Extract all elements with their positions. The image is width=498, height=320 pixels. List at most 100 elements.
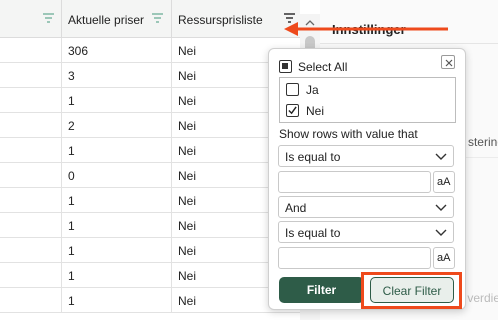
- condition-1-value-input[interactable]: [278, 171, 431, 193]
- table-cell[interactable]: 1: [62, 138, 172, 162]
- table-row[interactable]: 3 Nei: [0, 63, 300, 88]
- chevron-down-icon: [435, 204, 447, 211]
- table-cell-value: Nei: [178, 294, 197, 308]
- join-operator-select[interactable]: And: [278, 196, 454, 218]
- condition-2-value-input[interactable]: [278, 247, 431, 269]
- table-cell-value: Nei: [178, 269, 197, 283]
- column-header-ressursprisliste[interactable]: Ressursprisliste: [172, 0, 300, 38]
- table-cell[interactable]: 1: [62, 213, 172, 237]
- select-all-option[interactable]: Select All: [279, 57, 457, 77]
- case-toggle-label: aA: [437, 252, 451, 264]
- table-cell-value: Nei: [178, 169, 197, 183]
- table-cell[interactable]: [0, 38, 62, 62]
- join-operator-value: And: [285, 201, 307, 215]
- table-row[interactable]: 0 Nei: [0, 163, 300, 188]
- table-row[interactable]: 2 Nei: [0, 113, 300, 138]
- table-cell[interactable]: 1: [62, 188, 172, 212]
- table-cell[interactable]: [0, 88, 62, 112]
- table-cell[interactable]: [0, 113, 62, 137]
- table-cell-value: 1: [68, 144, 75, 158]
- table-cell-value: 1: [68, 194, 75, 208]
- table-cell[interactable]: 1: [62, 238, 172, 262]
- table-cell-value: 3: [68, 69, 75, 83]
- close-icon: [445, 59, 453, 67]
- table-cell-value: 0: [68, 169, 75, 183]
- table-cell-value: Nei: [178, 194, 197, 208]
- column-filter-icon[interactable]: [43, 13, 54, 23]
- table-cell-value: Nei: [178, 44, 197, 58]
- table-cell-value: Nei: [178, 69, 197, 83]
- column-header-label: Ressursprisliste: [178, 13, 263, 27]
- filter-value-option[interactable]: Nei: [286, 101, 446, 119]
- table-cell[interactable]: [0, 163, 62, 187]
- column-filter-icon[interactable]: [152, 13, 163, 23]
- filter-value-label: Nei: [306, 104, 325, 118]
- table-cell[interactable]: 2: [62, 113, 172, 137]
- filter-value-option[interactable]: Ja: [286, 80, 446, 98]
- column-filter-popup: Select All Ja Nei Show rows with value t…: [268, 48, 466, 310]
- chevron-down-icon: [435, 153, 447, 160]
- table-cell[interactable]: [0, 238, 62, 262]
- table-row[interactable]: 1 Nei: [0, 88, 300, 113]
- close-popup-button[interactable]: [441, 55, 455, 69]
- table-cell[interactable]: [0, 213, 62, 237]
- table-cell-value: 1: [68, 269, 75, 283]
- filter-value-checkbox[interactable]: [286, 104, 299, 117]
- condition-2-select[interactable]: Is equal to: [278, 221, 454, 243]
- table-cell-value: 2: [68, 119, 75, 133]
- condition-1-select[interactable]: Is equal to: [278, 145, 454, 167]
- data-grid: Aktuelle priser Ressursprisliste 306 Nei 3…: [0, 0, 300, 320]
- table-row[interactable]: 1 Nei: [0, 188, 300, 213]
- column-header-first[interactable]: [0, 0, 62, 38]
- table-cell[interactable]: 1: [62, 88, 172, 112]
- table-cell[interactable]: 1: [62, 288, 172, 312]
- table-row[interactable]: 1 Nei: [0, 263, 300, 288]
- chevron-down-icon: [435, 229, 447, 236]
- filter-value-checkbox[interactable]: [286, 83, 299, 96]
- settings-item-label: verdier: [467, 291, 498, 305]
- table-cell[interactable]: [0, 63, 62, 87]
- table-cell[interactable]: [0, 138, 62, 162]
- select-all-checkbox[interactable]: [279, 60, 292, 73]
- condition-label: Show rows with value that: [279, 127, 418, 141]
- filter-button-label: Filter: [306, 283, 337, 297]
- table-row[interactable]: 1 Nei: [0, 213, 300, 238]
- settings-item-label: stering: [467, 135, 498, 149]
- table-cell[interactable]: [0, 188, 62, 212]
- table-row[interactable]: 1 Nei: [0, 238, 300, 263]
- table-cell[interactable]: 3: [62, 63, 172, 87]
- table-cell[interactable]: 1: [62, 263, 172, 287]
- table-cell-value: 1: [68, 94, 75, 108]
- condition-1-value: Is equal to: [285, 150, 341, 164]
- case-toggle-label: aA: [437, 176, 451, 188]
- column-header-label: Aktuelle priser: [68, 13, 145, 27]
- table-row[interactable]: 306 Nei: [0, 38, 300, 63]
- table-cell-value: Nei: [178, 219, 197, 233]
- table-cell-value: Nei: [178, 94, 197, 108]
- table-cell-value: 306: [68, 44, 89, 58]
- table-cell-value: Nei: [178, 144, 197, 158]
- column-header-aktuelle-priser[interactable]: Aktuelle priser: [62, 0, 172, 38]
- select-all-label: Select All: [298, 60, 348, 74]
- grid-header: Aktuelle priser Ressursprisliste: [0, 0, 300, 38]
- table-cell[interactable]: 306: [62, 38, 172, 62]
- table-cell-value: 1: [68, 219, 75, 233]
- table-cell-value: 1: [68, 244, 75, 258]
- table-cell-value: Nei: [178, 244, 197, 258]
- annotation-arrow: [284, 22, 448, 36]
- checkmark-icon: [288, 106, 297, 115]
- table-row[interactable]: 1 Nei: [0, 138, 300, 163]
- table-cell-value: Nei: [178, 119, 197, 133]
- table-cell[interactable]: [0, 263, 62, 287]
- case-sensitive-toggle-1[interactable]: aA: [433, 171, 455, 193]
- table-cell[interactable]: [0, 288, 62, 312]
- filter-value-label: Ja: [306, 83, 319, 97]
- case-sensitive-toggle-2[interactable]: aA: [433, 247, 455, 269]
- table-cell[interactable]: 0: [62, 163, 172, 187]
- highlight-box: [361, 272, 462, 309]
- filter-value-list: Ja Nei: [279, 77, 456, 123]
- table-cell-value: 1: [68, 294, 75, 308]
- condition-2-value: Is equal to: [285, 226, 341, 240]
- table-row[interactable]: 1 Nei: [0, 288, 300, 313]
- filter-button[interactable]: Filter: [279, 277, 364, 303]
